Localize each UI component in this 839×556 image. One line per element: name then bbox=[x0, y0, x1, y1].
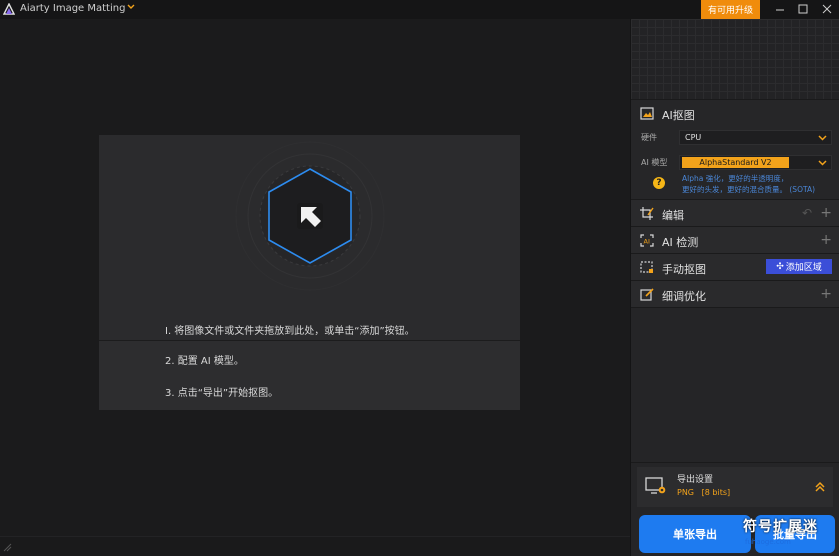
instruction-step-2: 2. 配置 AI 模型。 bbox=[165, 356, 244, 367]
minimize-icon[interactable] bbox=[771, 1, 789, 17]
hardware-value: CPU bbox=[685, 133, 702, 142]
single-export-button[interactable]: 单张导出 bbox=[639, 515, 751, 553]
instruction-step-1: I. 将图像文件或文件夹拖放到此处，或单击“添加”按钮。 bbox=[165, 326, 415, 337]
export-settings[interactable]: 导出设置 PNG [8 bits] bbox=[637, 467, 833, 507]
drop-zone[interactable]: I. 将图像文件或文件夹拖放到此处，或单击“添加”按钮。 2. 配置 AI 模型… bbox=[99, 135, 520, 410]
refine-icon bbox=[640, 288, 654, 301]
expand-plus-icon[interactable]: + bbox=[820, 286, 832, 302]
chevron-down-icon bbox=[818, 135, 827, 141]
undo-icon[interactable]: ↶ bbox=[802, 206, 812, 220]
close-icon[interactable] bbox=[818, 1, 836, 17]
export-format: PNG [8 bits] bbox=[677, 488, 730, 497]
section-ai-detect[interactable]: AI AI 检测 + bbox=[631, 226, 839, 253]
watermark-text: 符号扩展迷 bbox=[743, 519, 818, 535]
crosshair-icon: ✣ bbox=[776, 261, 784, 272]
bottom-bar bbox=[0, 536, 630, 556]
preview-thumbnail bbox=[631, 19, 839, 99]
section-manual-matting[interactable]: 手动抠图 ✣ 添加区域 bbox=[631, 253, 839, 280]
add-region-label: 添加区域 bbox=[785, 263, 822, 273]
section-title: AI抠图 bbox=[662, 109, 695, 122]
app-title: Aiarty Image Matting bbox=[20, 3, 126, 14]
chevron-down-icon[interactable] bbox=[126, 2, 136, 12]
image-canvas[interactable]: I. 将图像文件或文件夹拖放到此处，或单击“添加”按钮。 2. 配置 AI 模型… bbox=[0, 19, 630, 536]
image-matting-icon bbox=[640, 107, 654, 120]
section-ai-matting: AI抠图 硬件 CPU AI 模型 AlphaStandard V2 ? Alp… bbox=[631, 99, 839, 205]
section-title: AI 检测 bbox=[662, 236, 699, 249]
section-title: 编辑 bbox=[662, 209, 684, 222]
model-select[interactable]: AlphaStandard V2 bbox=[679, 155, 832, 170]
export-title: 导出设置 bbox=[677, 475, 714, 485]
expand-plus-icon[interactable]: + bbox=[820, 205, 832, 221]
selection-icon bbox=[640, 261, 653, 273]
model-value: AlphaStandard V2 bbox=[682, 157, 789, 168]
section-title: 手动抠图 bbox=[662, 263, 706, 276]
format-value: PNG bbox=[677, 488, 695, 497]
divider bbox=[631, 462, 839, 463]
model-label: AI 模型 bbox=[641, 158, 668, 167]
upgrade-button[interactable]: 有可用升级 bbox=[701, 0, 760, 19]
export-settings-icon bbox=[645, 477, 666, 494]
add-region-button[interactable]: ✣ 添加区域 bbox=[766, 259, 832, 274]
chevron-down-icon bbox=[818, 160, 827, 166]
add-file-icon[interactable] bbox=[233, 139, 387, 293]
section-edit[interactable]: 编辑 ↶ + bbox=[631, 199, 839, 226]
question-icon[interactable]: ? bbox=[653, 177, 665, 189]
maximize-icon[interactable] bbox=[794, 1, 812, 17]
settings-panel: AI抠图 硬件 CPU AI 模型 AlphaStandard V2 ? Alp… bbox=[630, 19, 839, 556]
section-title: 细调优化 bbox=[662, 290, 706, 303]
section-refine[interactable]: 细调优化 + bbox=[631, 280, 839, 307]
bit-depth-value: [8 bits] bbox=[701, 488, 731, 497]
hardware-label: 硬件 bbox=[641, 133, 657, 142]
hardware-select[interactable]: CPU bbox=[679, 130, 832, 145]
instruction-step-3: 3. 点击“导出”开始抠图。 bbox=[165, 388, 279, 399]
title-bar: Aiarty Image Matting 有可用升级 bbox=[0, 0, 839, 19]
watermark-url: fuhaoge.com bbox=[745, 538, 791, 546]
crop-edit-icon bbox=[640, 207, 654, 220]
resize-grip-icon[interactable] bbox=[2, 542, 12, 552]
instructions-lower: 2. 配置 AI 模型。 3. 点击“导出”开始抠图。 bbox=[99, 341, 520, 410]
model-hint-2: 更好的头发，更好的混合质量。 (SOTA) bbox=[682, 185, 816, 194]
ai-detect-icon: AI bbox=[640, 234, 654, 247]
app-logo-icon bbox=[3, 3, 15, 15]
model-hint-1: Alpha 強化，更好的半透明度， bbox=[682, 174, 789, 183]
expand-plus-icon[interactable]: + bbox=[820, 232, 832, 248]
svg-text:AI: AI bbox=[644, 238, 650, 246]
chevron-double-up-icon[interactable] bbox=[813, 480, 827, 494]
watermark: 符号扩展迷 fuhaoge.com bbox=[739, 514, 839, 556]
divider bbox=[631, 307, 839, 308]
